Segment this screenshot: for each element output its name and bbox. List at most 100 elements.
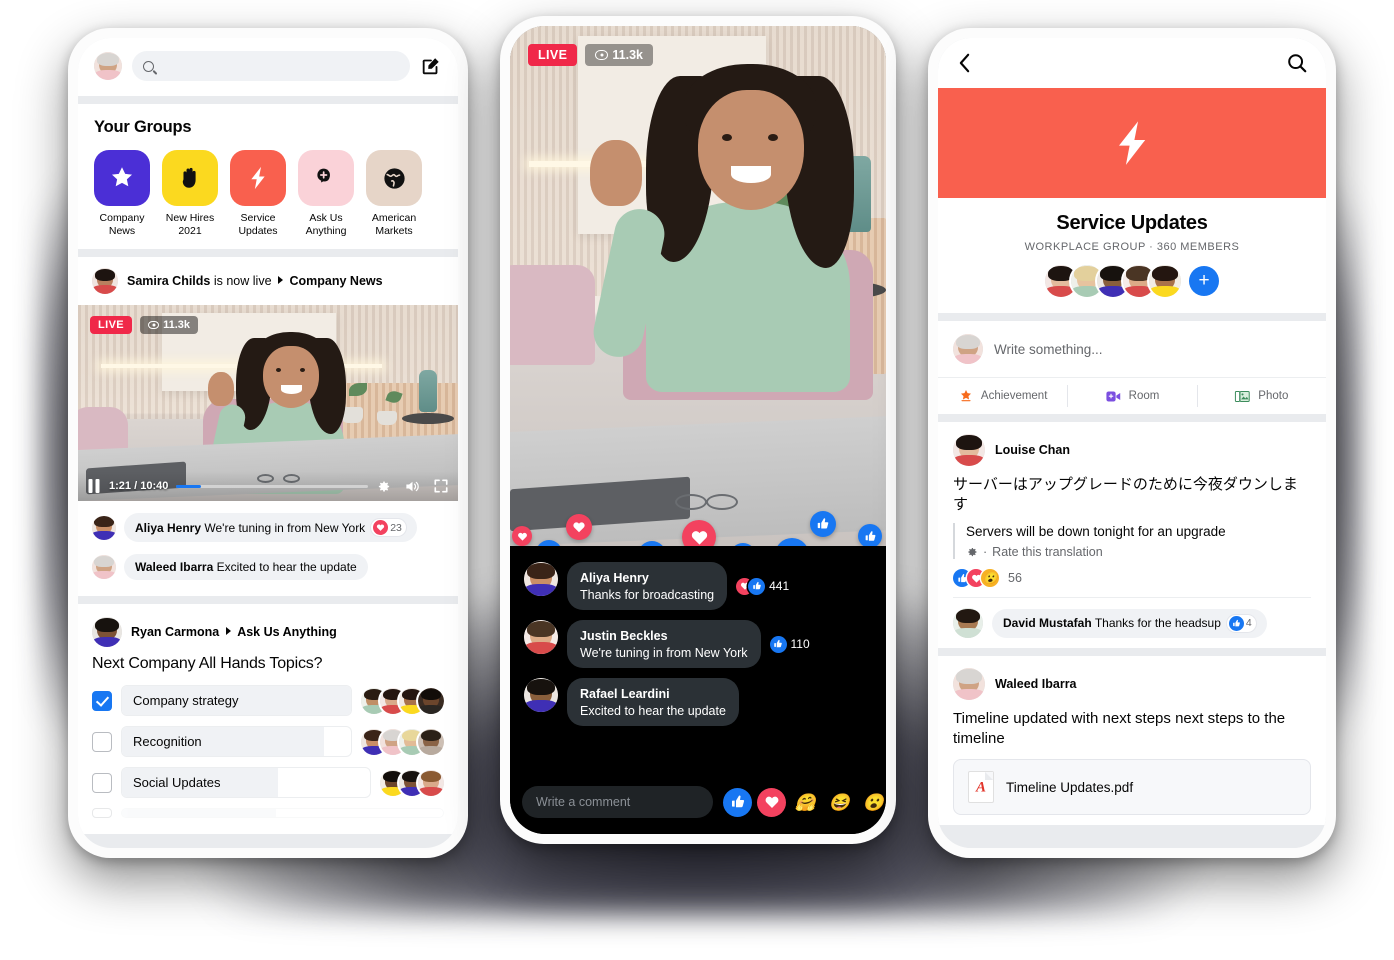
breadcrumb-arrow-icon bbox=[225, 627, 231, 635]
avatar[interactable] bbox=[524, 562, 558, 596]
group-cover-banner bbox=[938, 88, 1326, 198]
live-badges: LIVE 11.3k bbox=[90, 316, 198, 334]
like-reaction-icon bbox=[769, 635, 787, 653]
post-body: Timeline updated with next steps next st… bbox=[953, 710, 1286, 747]
avatar[interactable] bbox=[524, 678, 558, 712]
group-member-avatars[interactable]: + bbox=[954, 265, 1310, 297]
search-icon[interactable] bbox=[1286, 52, 1308, 74]
live-status: is now live bbox=[213, 274, 272, 288]
group-item-ask-us-anything[interactable]: Ask Us Anything bbox=[298, 150, 354, 237]
viewer-count-badge: 11.3k bbox=[140, 316, 198, 334]
add-member-button[interactable]: + bbox=[1189, 266, 1219, 296]
poll-voter-avatars[interactable] bbox=[380, 769, 444, 796]
like-reaction-button[interactable] bbox=[723, 787, 752, 817]
video-progress-bar[interactable] bbox=[176, 484, 368, 488]
live-comment: Justin Beckles We're tuning in from New … bbox=[524, 620, 872, 668]
avatar[interactable] bbox=[92, 617, 122, 647]
gear-icon bbox=[968, 548, 977, 557]
wow-reaction-button[interactable]: 😮 bbox=[859, 788, 886, 817]
poll-voter-avatars[interactable] bbox=[361, 687, 444, 714]
viewer-count: 11.3k bbox=[612, 48, 643, 62]
like-reaction-icon bbox=[1228, 615, 1244, 631]
group-label: Service Updates bbox=[238, 212, 278, 237]
comment-author: Aliya Henry bbox=[135, 520, 202, 535]
comment-reaction-pill[interactable]: 23 bbox=[371, 519, 406, 536]
post-reactions[interactable]: 😮 56 bbox=[953, 559, 1311, 587]
pause-icon[interactable] bbox=[88, 479, 101, 493]
search-input[interactable] bbox=[132, 51, 410, 81]
poll-option-cutoff[interactable] bbox=[92, 808, 444, 818]
room-video-icon bbox=[1106, 391, 1120, 401]
divider bbox=[78, 96, 458, 104]
avatar[interactable] bbox=[524, 620, 558, 654]
composer-actions: Achievement Room Photo bbox=[938, 378, 1326, 414]
back-chevron-icon[interactable] bbox=[956, 53, 973, 73]
avatar[interactable] bbox=[92, 515, 116, 540]
poll-voter-avatars[interactable] bbox=[361, 728, 444, 755]
rate-translation-link[interactable]: · Rate this translation bbox=[966, 545, 1311, 559]
comment-input[interactable]: Write a comment bbox=[522, 786, 713, 818]
comment-reactions[interactable]: 441 bbox=[736, 577, 790, 595]
comment-reaction-pill[interactable]: 4 bbox=[1226, 614, 1256, 632]
group-item-service-updates[interactable]: Service Updates bbox=[230, 150, 286, 237]
group-item-new-hires[interactable]: New Hires 2021 bbox=[162, 150, 218, 237]
haha-reaction-button[interactable]: 😆 bbox=[825, 788, 854, 817]
your-groups-section: Your Groups Company News New Hires 2021 … bbox=[78, 104, 458, 249]
eye-icon bbox=[148, 321, 160, 329]
poll-checkbox[interactable] bbox=[92, 690, 112, 711]
live-video-player[interactable]: LIVE 11.3k 1:21 / 10:40 bbox=[78, 305, 458, 501]
poll-bar: Company strategy bbox=[121, 685, 352, 716]
avatar[interactable] bbox=[92, 268, 118, 294]
comment-bubble[interactable]: Aliya Henry We're tuning in from New Yor… bbox=[124, 513, 417, 542]
volume-icon[interactable] bbox=[404, 479, 421, 494]
comment-composer: Write a comment 🤗 😆 😮 bbox=[510, 774, 886, 834]
comment-bubble[interactable]: Justin Beckles We're tuning in from New … bbox=[567, 620, 761, 668]
avatar[interactable] bbox=[94, 52, 122, 80]
avatar[interactable] bbox=[92, 555, 116, 579]
screenshot-stage: Your Groups Company News New Hires 2021 … bbox=[0, 0, 1394, 960]
fullscreen-icon[interactable] bbox=[434, 479, 448, 493]
avatar[interactable] bbox=[953, 668, 985, 700]
group-item-company-news[interactable]: Company News bbox=[94, 150, 150, 237]
live-author: Samira Childs bbox=[127, 274, 211, 288]
group-item-american-markets[interactable]: American Markets bbox=[366, 150, 422, 237]
poll-option[interactable]: Social Updates bbox=[92, 767, 444, 798]
divider bbox=[938, 313, 1326, 321]
poll-author: Ryan Carmona bbox=[131, 625, 220, 639]
composer-action-room[interactable]: Room bbox=[1067, 378, 1196, 414]
live-video-fullscreen[interactable]: LIVE 11.3k 😮 bbox=[510, 26, 886, 546]
poll-option-label: Recognition bbox=[133, 734, 202, 749]
composer-action-achievement[interactable]: Achievement bbox=[938, 378, 1067, 414]
post-louise-chan: Louise Chan サーバーはアップグレードのために今夜ダウンします Ser… bbox=[938, 422, 1326, 648]
comment-bubble[interactable]: Waleed Ibarra Excited to hear the update bbox=[124, 554, 368, 580]
reaction-count: 441 bbox=[769, 579, 790, 593]
avatar[interactable] bbox=[953, 434, 985, 466]
comment-author: Rafael Leardini bbox=[580, 687, 670, 701]
waving-hand-icon bbox=[182, 167, 196, 188]
post-header: Louise Chan bbox=[953, 434, 1311, 466]
divider bbox=[938, 648, 1326, 656]
group-icon-tile bbox=[298, 150, 354, 206]
comment-bubble[interactable]: David Mustafah Thanks for the headsup 4 bbox=[992, 608, 1267, 638]
poll-option[interactable]: Recognition bbox=[92, 726, 444, 757]
care-reaction-button[interactable]: 🤗 bbox=[791, 788, 820, 817]
comment-text: Excited to hear the update bbox=[580, 704, 726, 718]
composer-action-photo[interactable]: Photo bbox=[1196, 378, 1326, 414]
photo-icon bbox=[1235, 390, 1251, 402]
avatar[interactable] bbox=[953, 334, 983, 364]
gear-icon[interactable] bbox=[376, 479, 391, 494]
love-reaction-button[interactable] bbox=[757, 787, 786, 817]
group-subtitle: WORKPLACE GROUP · 360 MEMBERS bbox=[1024, 241, 1240, 253]
post-attachment[interactable]: A Timeline Updates.pdf bbox=[953, 759, 1311, 815]
comment-bubble[interactable]: Aliya Henry Thanks for broadcasting bbox=[567, 562, 728, 610]
viewer-count: 11.3k bbox=[163, 319, 190, 331]
composer-input-row[interactable]: Write something... bbox=[938, 321, 1326, 378]
compose-icon[interactable] bbox=[420, 55, 442, 77]
comment-bubble[interactable]: Rafael Leardini Excited to hear the upda… bbox=[567, 678, 739, 726]
avatar[interactable] bbox=[953, 608, 983, 638]
live-badge: LIVE bbox=[528, 44, 578, 66]
comment-reactions[interactable]: 110 bbox=[769, 635, 810, 653]
poll-option[interactable]: Company strategy bbox=[92, 685, 444, 716]
poll-checkbox[interactable] bbox=[92, 772, 112, 793]
poll-checkbox[interactable] bbox=[92, 731, 112, 752]
